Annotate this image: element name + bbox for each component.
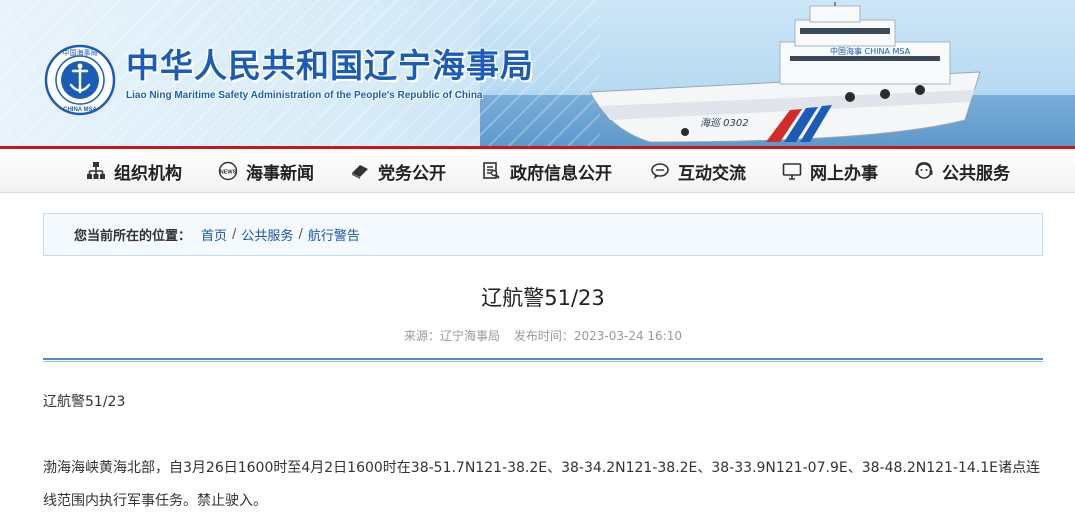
breadcrumb-public-services[interactable]: 公共服务 [241,225,293,244]
article-source: 来源：辽宁海事局 [404,329,501,343]
nav-label: 组织机构 [114,163,182,184]
nav-label: 公共服务 [942,163,1010,184]
nav-item-online-services[interactable]: 网上办事 [782,149,878,193]
article-paragraph: 辽航警51/23 [43,394,126,410]
breadcrumb-separator: / [298,227,303,242]
breadcrumb-separator: / [232,227,237,242]
header-banner: 中国海事局 CHINA MSA 中华人民共和国辽宁海事局 Liao Ning M… [0,0,1075,146]
breadcrumb: 您当前所在的位置： 首页 / 公共服务 / 航行警告 [43,213,1043,256]
monitor-icon [782,161,802,181]
nav-item-interaction[interactable]: 互动交流 [650,149,746,193]
emblem-text: 中国海事局 [63,48,98,57]
breadcrumb-navigation-warnings[interactable]: 航行警告 [308,225,360,244]
main-nav: 组织机构 NEWS 海事新闻 党务公开 政府信息公开 互动交流 网上办事 公共服… [0,149,1075,193]
nav-item-party[interactable]: 党务公开 [350,149,446,193]
ship-hull-text: 中国海事 CHINA MSA [830,46,911,56]
news-icon: NEWS [218,161,238,181]
party-icon [350,161,370,181]
nav-label: 海事新闻 [246,163,314,184]
article-meta: 来源：辽宁海事局 发布时间：2023-03-24 16:10 [43,326,1043,346]
site-subtitle: Liao Ning Maritime Safety Administration… [126,90,483,101]
article-divider [43,358,1043,362]
nav-item-news[interactable]: NEWS 海事新闻 [218,149,314,193]
svg-text:NEWS: NEWS [220,170,237,176]
article-publish-time: 发布时间：2023-03-24 16:10 [513,329,682,343]
patrol-ship-image: 中国海事 CHINA MSA 海巡 0302 [589,2,981,143]
nav-item-gov-info[interactable]: 政府信息公开 [482,149,612,193]
nav-label: 政府信息公开 [510,163,612,184]
document-icon [482,161,502,181]
emblem-sub: CHINA MSA [63,107,97,113]
breadcrumb-home[interactable]: 首页 [201,225,227,244]
nav-label: 党务公开 [378,163,446,184]
nav-item-public-services[interactable]: 公共服务 [914,149,1010,193]
chat-icon [650,161,670,181]
nav-item-organization[interactable]: 组织机构 [86,149,182,193]
article-paragraph: 渤海海峡黄海北部，自3月26日1600时至4月2日1600时在38-51.7N1… [43,460,1040,509]
article-title: 辽航警51/23 [481,286,605,310]
ship-name: 海巡 0302 [700,117,749,129]
nav-label: 网上办事 [810,163,878,184]
site-title[interactable]: 中华人民共和国辽宁海事局 [126,44,534,88]
service-icon [914,161,934,181]
breadcrumb-label: 您当前所在的位置： [74,229,192,244]
org-chart-icon [86,161,106,181]
nav-label: 互动交流 [678,163,746,184]
msa-emblem-icon[interactable]: 中国海事局 CHINA MSA [44,44,116,116]
